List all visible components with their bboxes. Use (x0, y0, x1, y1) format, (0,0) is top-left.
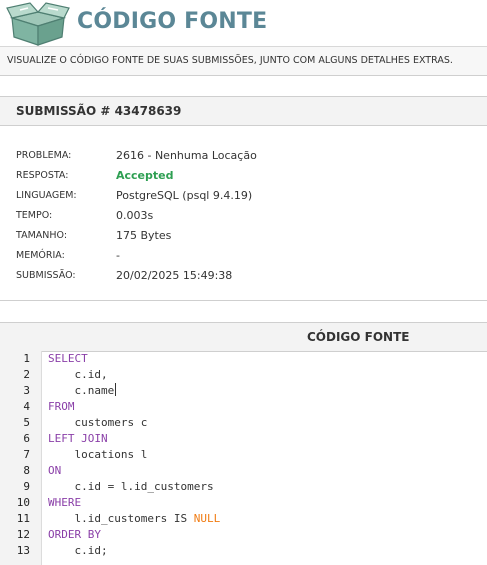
detail-label: SUBMISSÃO: (16, 269, 76, 281)
code-panel: CÓDIGO FONTE 1 SELECT 2 c.id, 3 c.name 4 FROM… (0, 322, 487, 565)
code-line: 9 c.id = l.id_customers (0, 479, 487, 495)
code-line: 2 c.id, (0, 367, 487, 383)
detail-row-memory: MEMÓRIA: - (16, 245, 257, 265)
sql-keyword: LEFT JOIN (48, 432, 108, 445)
page-description: VISUALIZE O CÓDIGO FONTE DE SUAS SUBMISS… (0, 47, 487, 76)
detail-row-language: LINGUAGEM: PostgreSQL (psql 9.4.19) (16, 185, 257, 205)
submission-panel: SUBMISSÃO # 43478639 PROBLEMA: 2616 - Ne… (0, 96, 487, 301)
page-header: CÓDIGO FONTE (0, 0, 487, 47)
code-line: 6 LEFT JOIN (0, 431, 487, 447)
memory-value: - (116, 248, 120, 262)
code-text: WHERE (48, 495, 81, 511)
sql-keyword: SELECT (48, 352, 88, 365)
line-number: 3 (23, 384, 30, 397)
answer-status: Accepted (116, 168, 174, 182)
time-value: 0.003s (116, 208, 154, 222)
line-number: 9 (23, 480, 30, 493)
code-text: locations l (48, 447, 148, 463)
line-number: 7 (23, 448, 30, 461)
code-text: SELECT (48, 351, 88, 367)
detail-label: TEMPO: (16, 209, 53, 221)
code-line: 5 customers c (0, 415, 487, 431)
code-line: 11 l.id_customers IS NULL (0, 511, 487, 527)
line-number: 4 (23, 400, 30, 413)
submission-heading: SUBMISSÃO # 43478639 (0, 97, 487, 126)
code-line: 10 WHERE (0, 495, 487, 511)
sql-keyword: WHERE (48, 496, 82, 509)
problem-link[interactable]: 2616 - Nenhuma Locação (116, 149, 257, 162)
sql-keyword: FROM (48, 400, 75, 413)
detail-label: LINGUAGEM: (16, 189, 77, 201)
sql-keyword: ORDER BY (48, 528, 101, 541)
code-line: 4 FROM (0, 399, 487, 415)
code-line: 7 locations l (0, 447, 487, 463)
code-title: CÓDIGO FONTE (307, 330, 410, 344)
page-title: CÓDIGO FONTE (77, 9, 268, 34)
line-number: 1 (23, 352, 30, 365)
code-line: 3 c.name (0, 383, 487, 399)
submission-details: PROBLEMA: 2616 - Nenhuma Locação RESPOST… (16, 145, 257, 285)
code-line: 13 c.id; (0, 543, 487, 559)
code-editor[interactable]: 1 SELECT 2 c.id, 3 c.name 4 FROM 5 customers c… (0, 351, 487, 565)
code-token: c.name (74, 384, 115, 397)
size-value: 175 Bytes (116, 228, 172, 242)
text-cursor (115, 383, 117, 396)
code-text: c.id, (48, 367, 108, 383)
line-number: 8 (23, 464, 30, 477)
line-number: 11 (16, 512, 30, 525)
line-number: 10 (16, 496, 30, 509)
line-number: 13 (16, 544, 30, 557)
detail-label: MEMÓRIA: (16, 249, 65, 261)
detail-row-size: TAMANHO: 175 Bytes (16, 225, 257, 245)
code-text: ON (48, 463, 61, 479)
sql-literal: NULL (193, 512, 221, 525)
detail-row-answer: RESPOSTA: Accepted (16, 165, 257, 185)
sql-keyword: ON (48, 464, 62, 477)
code-token: c.id = l.id_customers (74, 480, 214, 493)
code-text: c.name (48, 383, 117, 399)
code-text: c.id; (48, 543, 108, 559)
code-token: locations l (74, 448, 148, 461)
code-text: c.id = l.id_customers (48, 479, 214, 495)
code-header: CÓDIGO FONTE (0, 323, 487, 352)
code-token: l.id_customers IS (74, 512, 194, 525)
open-box-icon (6, 2, 70, 46)
code-text: FROM (48, 399, 75, 415)
code-line: 8 ON (0, 463, 487, 479)
detail-label: PROBLEMA: (16, 149, 72, 161)
code-token: customers c (74, 416, 148, 429)
code-line: 12 ORDER BY (0, 527, 487, 543)
detail-row-time: TEMPO: 0.003s (16, 205, 257, 225)
detail-label: RESPOSTA: (16, 169, 69, 181)
detail-row-submission: SUBMISSÃO: 20/02/2025 15:49:38 (16, 265, 257, 285)
code-token: c.id; (74, 544, 108, 557)
code-text: customers c (48, 415, 148, 431)
submission-date: 20/02/2025 15:49:38 (116, 268, 233, 282)
detail-label: TAMANHO: (16, 229, 68, 241)
code-text: LEFT JOIN (48, 431, 108, 447)
code-token: c.id, (74, 368, 108, 381)
language-value: PostgreSQL (psql 9.4.19) (116, 188, 253, 202)
line-number: 12 (16, 528, 30, 541)
code-text: l.id_customers IS NULL (48, 511, 221, 527)
line-number: 6 (23, 432, 30, 445)
line-number: 2 (23, 368, 30, 381)
detail-row-problem: PROBLEMA: 2616 - Nenhuma Locação (16, 145, 257, 165)
code-text: ORDER BY (48, 527, 101, 543)
code-line: 1 SELECT (0, 351, 487, 367)
line-number: 5 (23, 416, 30, 429)
